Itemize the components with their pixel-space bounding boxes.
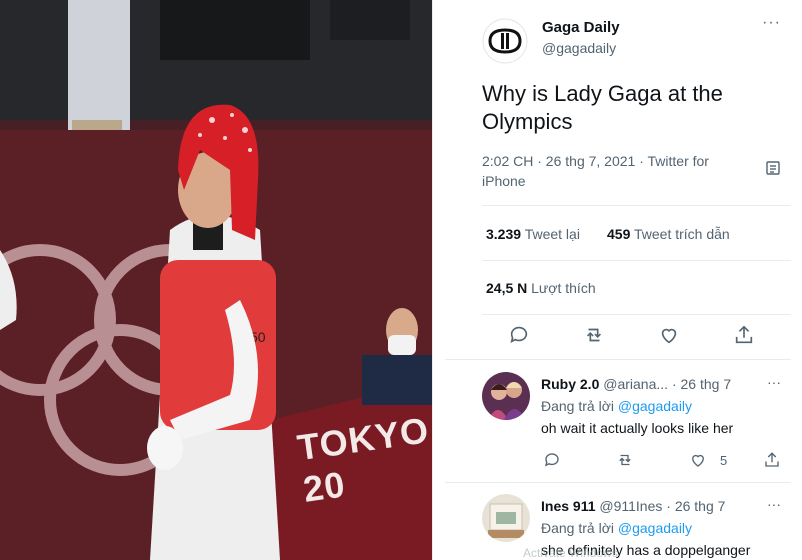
replying-to: Đang trả lời @gagadaily [541,398,692,414]
divider [445,359,791,360]
more-options-icon[interactable]: ··· [762,14,781,32]
retweet-icon[interactable] [583,324,605,346]
replying-prefix: Đang trả lời [541,398,614,414]
reply-author-name[interactable]: Ines 911 [541,498,596,514]
quote-stats[interactable]: 459 Tweet trích dẫn [607,226,730,242]
share-icon[interactable] [763,451,781,469]
divider [482,314,791,315]
divider [482,205,791,206]
retweet-label: Tweet lại [524,226,580,242]
retweet-stats[interactable]: 3.239 Tweet lại [486,226,580,242]
share-icon[interactable] [733,324,755,346]
reply-author-name[interactable]: Ruby 2.0 [541,376,599,392]
replying-to-link[interactable]: @gagadaily [618,398,692,414]
reply-author-handle[interactable]: @911Ines [599,498,662,514]
replying-to: Đang trả lời @gagadaily [541,520,692,536]
divider [445,482,791,483]
retweet-icon[interactable] [616,451,634,469]
tweet-text: Why is Lady Gaga at the Olympics [482,81,723,134]
reply-header: Ines 911 @911Ines · 26 thg 7 [541,498,725,514]
reply-header: Ruby 2.0 @ariana... · 26 thg 7 [541,376,731,392]
reply-author-handle[interactable]: @ariana... [603,376,668,392]
reply-date[interactable]: · 26 thg 7 [672,376,731,392]
reply-icon[interactable] [508,324,530,346]
analytics-icon[interactable] [765,160,781,176]
tweet-photo[interactable]: 50 TOKYO 20 [0,0,432,560]
like-stats[interactable]: 24,5 N Lượt thích [486,280,596,296]
tokyo-banner-text: TOKYO 20 [294,409,432,510]
quote-count: 459 [607,226,631,242]
reply-icon[interactable] [543,451,561,469]
replying-prefix: Đang trả lời [541,520,614,536]
reply-date[interactable]: · 26 thg 7 [666,498,725,514]
tweet-panel: Gaga Daily @gagadaily ··· Why is Lady Ga… [432,0,802,560]
quote-label: Tweet trích dẫn [634,226,730,242]
like-label: Lượt thích [531,280,596,296]
gaga-daily-avatar[interactable] [482,18,528,64]
gaga-daily-logo-icon [482,18,528,64]
tweet-author-handle[interactable]: @gagadaily [542,40,616,56]
reply-more-icon[interactable]: ··· [767,374,781,390]
reply-like-count: 5 [720,453,728,468]
retweet-count: 3.239 [486,226,522,242]
reply-avatar[interactable] [482,494,530,542]
avatar-photo [482,494,530,542]
replying-to-link[interactable]: @gagadaily [618,520,692,536]
reply-avatar[interactable] [482,372,530,420]
tweet-meta[interactable]: 2:02 CH · 26 thg 7, 2021 · Twitter for i… [482,151,742,191]
like-count: 24,5 N [486,280,528,296]
reply-text: oh wait it actually looks like her [541,420,734,436]
like-icon[interactable] [689,451,707,469]
like-icon[interactable] [658,324,680,346]
avatar-photo [482,372,530,420]
tweet-author-name[interactable]: Gaga Daily [542,19,620,36]
divider [482,260,791,261]
os-watermark: Activate Windows [523,546,618,560]
reply-more-icon[interactable]: ··· [767,496,781,512]
